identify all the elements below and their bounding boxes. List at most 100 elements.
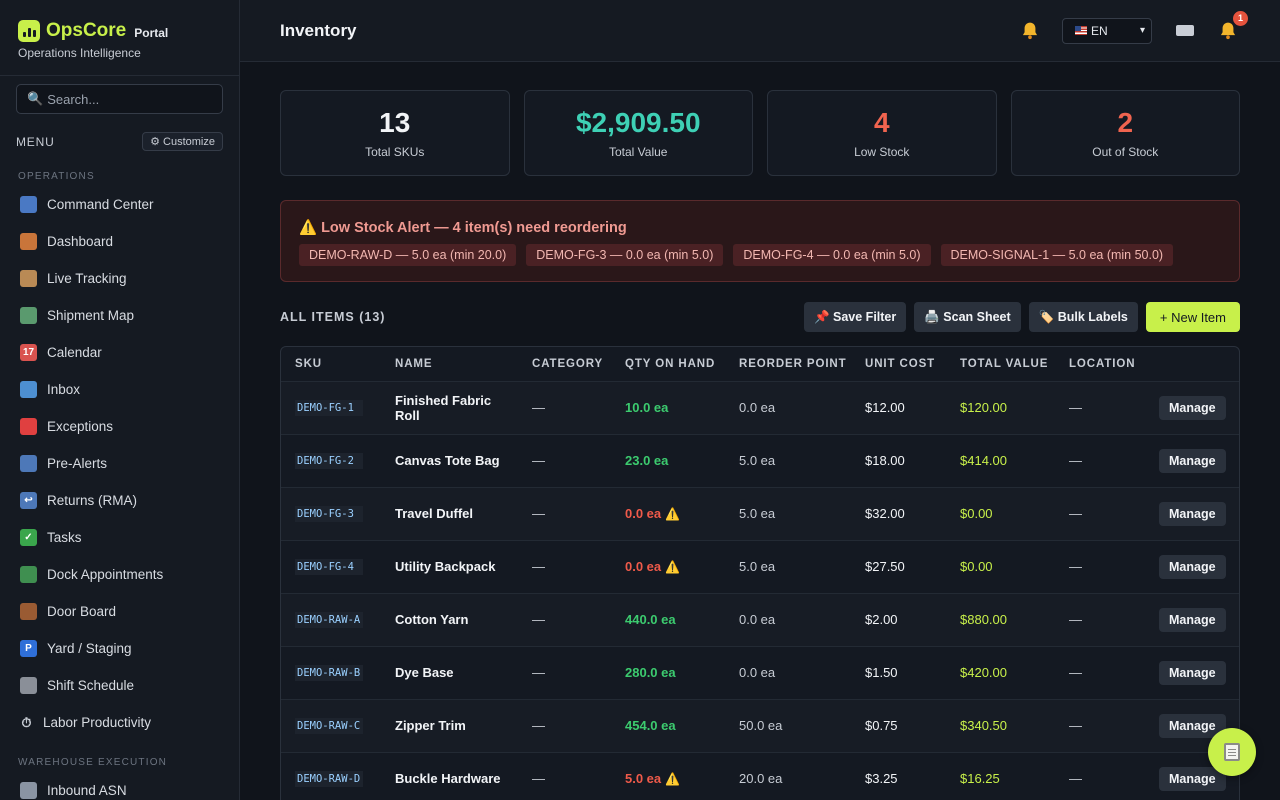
alert-title: Low Stock Alert — 4 item(s) need reorder… [321, 219, 627, 236]
qty-cell: 0.0 ea ⚠️ [611, 539, 725, 593]
manage-button[interactable]: Manage [1159, 501, 1226, 526]
save-filter-button[interactable]: 📌 Save Filter [803, 302, 907, 332]
map-icon [20, 307, 37, 324]
notes-fab-button[interactable] [1208, 728, 1256, 776]
alert-chip[interactable]: DEMO-FG-4 — 0.0 ea (min 5.0) [733, 244, 931, 266]
notifications-bell-icon[interactable]: 1 [1216, 10, 1248, 43]
column-header-total-value[interactable]: TOTAL VALUE [946, 347, 1055, 381]
column-header-unit-cost[interactable]: UNIT COST [851, 347, 946, 381]
new-item-button[interactable]: + New Item [1145, 302, 1240, 332]
language-select[interactable]: EN ▾ [1062, 17, 1152, 44]
sidebar-item-calendar[interactable]: 17 Calendar [0, 334, 239, 371]
column-header-actions [1145, 347, 1239, 381]
nav-operations: Command Center Dashboard Live Tracking Ship… [0, 186, 239, 741]
qty-cell: 5.0 ea ⚠️ [611, 751, 725, 800]
stopwatch-icon: ⏱ [21, 714, 32, 730]
manage-button[interactable]: Manage [1159, 607, 1226, 632]
sidebar-item-labor-productivity[interactable]: ⏱ Labor Productivity [0, 704, 239, 741]
truck-icon [20, 566, 37, 583]
sidebar-item-command-center[interactable]: Command Center [0, 186, 239, 223]
name-cell: Canvas Tote Bag [381, 433, 518, 487]
item-name: Travel Duffel [395, 506, 474, 521]
sku-cell: DEMO-RAW-B [281, 645, 381, 699]
alert-chip[interactable]: DEMO-SIGNAL-1 — 5.0 ea (min 50.0) [940, 244, 1174, 266]
table-body: DEMO-FG-1 Finished Fabric Roll — 10.0 ea 0.0… [281, 380, 1239, 800]
reorder-cell: 50.0 ea [725, 698, 851, 752]
siren-icon [20, 418, 37, 435]
column-header-qty[interactable]: QTY ON HAND [611, 347, 725, 381]
total-value-cell: $0.00 [946, 486, 1055, 540]
sku-code: DEMO-RAW-C [295, 718, 363, 734]
unit-cost-cell: $27.50 [851, 539, 946, 593]
manage-button[interactable]: Manage [1159, 660, 1226, 685]
sku-code: DEMO-FG-1 [295, 400, 363, 416]
column-header-sku[interactable]: SKU [281, 347, 381, 381]
sku-cell: DEMO-RAW-D [281, 751, 381, 800]
sku-code: DEMO-FG-3 [295, 506, 363, 522]
total-value-cell: $120.00 [946, 380, 1055, 434]
name-cell: Cotton Yarn [381, 592, 518, 646]
sidebar-item-label: Dock Appointments [47, 567, 164, 582]
sidebar-item-exceptions[interactable]: Exceptions [0, 408, 239, 445]
sidebar-item-label: Command Center [47, 197, 154, 212]
location-cell: — [1055, 380, 1145, 434]
category-cell: — [518, 539, 611, 593]
keyboard-icon[interactable] [1176, 25, 1194, 36]
sidebar-item-tasks[interactable]: ✓ Tasks [0, 519, 239, 556]
sidebar-item-shift-schedule[interactable]: Shift Schedule [0, 667, 239, 704]
search-icon: 🔍 [27, 91, 44, 106]
bell-icon[interactable] [1018, 19, 1042, 43]
search-box[interactable]: 🔍 [16, 84, 223, 114]
reorder-cell: 5.0 ea [725, 539, 851, 593]
sidebar-item-pre-alerts[interactable]: Pre-Alerts [0, 445, 239, 482]
alert-chip[interactable]: DEMO-FG-3 — 0.0 ea (min 5.0) [526, 244, 724, 266]
manage-button[interactable]: Manage [1159, 554, 1226, 579]
location-cell: — [1055, 433, 1145, 487]
column-header-location[interactable]: LOCATION [1055, 347, 1145, 381]
mailbox-icon [20, 455, 37, 472]
scan-sheet-button[interactable]: 🖨️ Scan Sheet [914, 302, 1021, 332]
package-icon [20, 270, 37, 287]
section-operations: OPERATIONS [18, 171, 95, 182]
sidebar-item-dock-appointments[interactable]: Dock Appointments [0, 556, 239, 593]
total-value-cell: $340.50 [946, 698, 1055, 752]
sidebar-item-dashboard[interactable]: Dashboard [0, 223, 239, 260]
column-header-name[interactable]: NAME [381, 347, 518, 381]
sidebar-item-yard-staging[interactable]: P Yard / Staging [0, 630, 239, 667]
sku-code: DEMO-RAW-D [295, 771, 363, 788]
customize-button[interactable]: ⚙ Customize [142, 132, 223, 151]
sidebar-item-returns-rma[interactable]: ↩ Returns (RMA) [0, 482, 239, 519]
sku-code: DEMO-FG-2 [295, 453, 363, 469]
manage-button[interactable]: Manage [1159, 448, 1226, 473]
bulk-labels-button[interactable]: 🏷️ Bulk Labels [1028, 302, 1138, 332]
stat-out-of-stock: 2 Out of Stock [1010, 90, 1240, 176]
category-cell: — [518, 433, 611, 487]
search-input[interactable] [47, 91, 218, 107]
sku-cell: DEMO-FG-1 [281, 380, 381, 434]
alert-chip[interactable]: DEMO-RAW-D — 5.0 ea (min 20.0) [299, 244, 517, 266]
sidebar-item-inbound-asn[interactable]: Inbound ASN [0, 772, 239, 800]
actions-cell: Manage [1145, 592, 1239, 646]
sidebar-item-inbox[interactable]: Inbox [0, 371, 239, 408]
total-value-cell: $16.25 [946, 751, 1055, 800]
stat-label: Total SKUs [365, 145, 425, 159]
sidebar-item-shipment-map[interactable]: Shipment Map [0, 297, 239, 334]
sidebar-item-label: Labor Productivity [43, 715, 152, 730]
name-cell: Utility Backpack [381, 539, 518, 593]
table-row: DEMO-RAW-B Dye Base — 280.0 ea 0.0 ea $1.50 $4… [281, 645, 1239, 699]
qty-value: 23.0 ea [625, 453, 669, 468]
column-header-category[interactable]: CATEGORY [518, 347, 611, 381]
manage-button[interactable]: Manage [1159, 395, 1226, 420]
sidebar-item-door-board[interactable]: Door Board [0, 593, 239, 630]
qty-cell: 454.0 ea [611, 698, 725, 752]
column-header-reorder[interactable]: REORDER POINT [725, 347, 851, 381]
all-items-heading: ALL ITEMS (13) [280, 310, 386, 324]
brand: OpsCore Portal Operations Intelligence [0, 0, 239, 76]
inbox-tray-icon [20, 381, 37, 398]
location-cell: — [1055, 592, 1145, 646]
sidebar-item-live-tracking[interactable]: Live Tracking [0, 260, 239, 297]
sidebar-item-label: Pre-Alerts [47, 456, 108, 471]
qty-cell: 10.0 ea [611, 380, 725, 434]
actions-cell: Manage [1145, 486, 1239, 540]
sidebar-item-label: Tasks [47, 530, 82, 545]
